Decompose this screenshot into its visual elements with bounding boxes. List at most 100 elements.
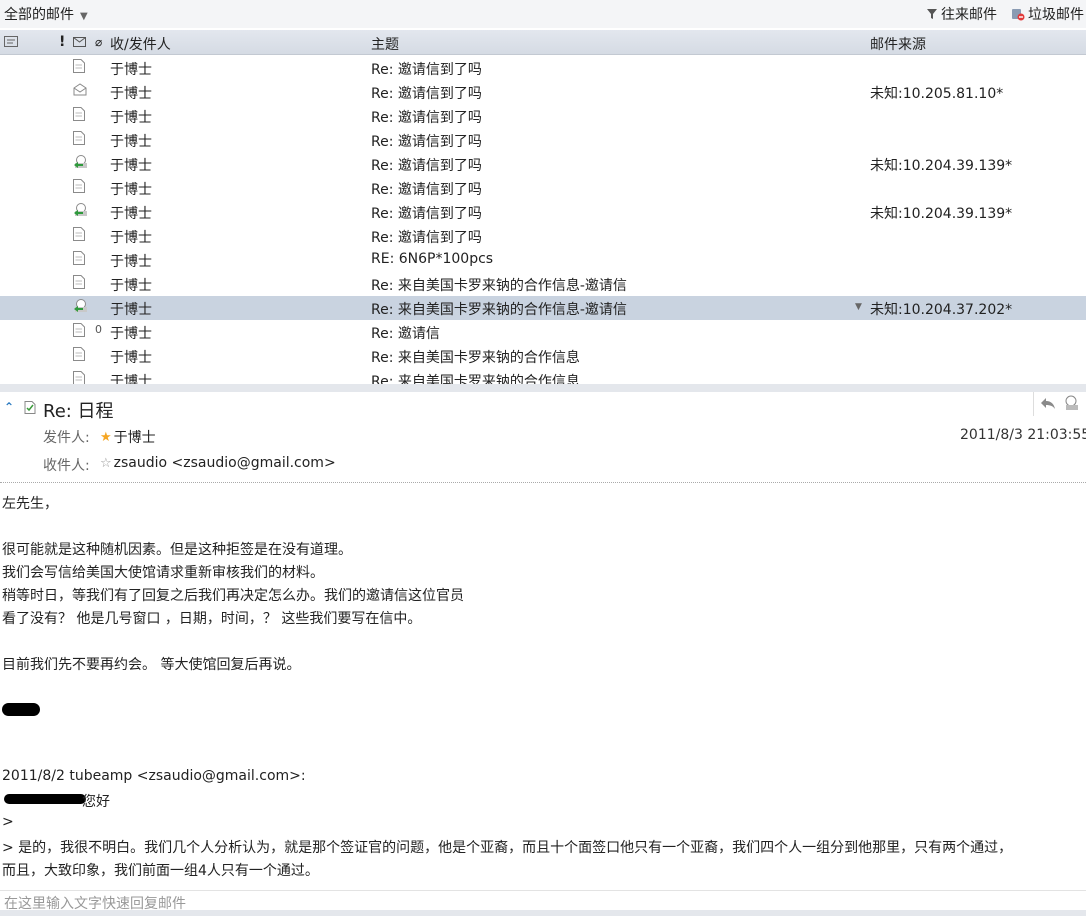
mail-row-sender: 于博士 [110, 62, 152, 78]
mail-row-subject: Re: 邀请信到了吗 [371, 134, 482, 150]
star-filled-icon[interactable]: ★ [100, 430, 112, 445]
mail-row-subject: Re: 来自美国卡罗来钠的合作信息 [371, 350, 580, 366]
message-body: 左先生， 很可能就是这种随机因素。但是这种拒签是在没有道理。 我们会写信给美国大… [2, 490, 1082, 888]
star-empty-icon[interactable]: ☆ [100, 456, 112, 471]
mail-row-sender: 于博士 [110, 86, 152, 102]
replied-icon [73, 299, 87, 315]
mail-row[interactable]: 于博士 Re: 邀请信到了吗 [0, 104, 1086, 128]
doc-icon [73, 251, 87, 267]
message-header: ⌃ Re: 日程 发件人: ★ 于博士 2011/8/3 21:03:55 收件… [0, 392, 1086, 482]
mail-row-sender: 于博士 [110, 230, 152, 246]
mail-list: 于博士 Re: 邀请信到了吗 于博士 Re: 邀请信到了吗 未知:10.205.81.1… [0, 56, 1086, 384]
mail-row-source: 未知:10.204.39.139* [870, 158, 1013, 174]
mail-row-sender: 于博士 [110, 278, 152, 294]
header-divider [0, 482, 1086, 483]
doc-icon [73, 275, 87, 291]
mail-row-sender: 于博士 [110, 134, 152, 150]
doc-icon [73, 131, 87, 147]
message-date: 2011/8/3 21:03:55 [960, 427, 1086, 443]
envelope-column-icon[interactable] [73, 37, 86, 47]
mail-row-source: 未知:10.204.37.202* [870, 302, 1013, 318]
from-label: 发件人: [43, 430, 90, 446]
folder-label: 全部的邮件 [4, 7, 74, 23]
collapse-header-icon[interactable]: ⌃ [4, 400, 14, 414]
mail-row[interactable]: 于博士 Re: 邀请信到了吗 未知:10.204.39.139* [0, 152, 1086, 176]
body-line: 2011/8/2 tubeamp <zsaudio@gmail.com>: [2, 768, 306, 784]
mail-row-subject: Re: 邀请信到了吗 [371, 86, 482, 102]
mail-list-header: ! ⌀ 收/发件人 主题 邮件来源 [0, 30, 1086, 55]
replied-icon [73, 155, 87, 171]
chevron-down-icon[interactable]: ▼ [855, 302, 862, 312]
spam-button[interactable]: 垃圾邮件 [1011, 4, 1084, 24]
to-label: 收件人: [43, 458, 90, 474]
redaction-mark [4, 794, 86, 804]
mail-row[interactable]: 于博士 RE: 6N6P*100pcs [0, 248, 1086, 272]
redaction-mark [2, 703, 40, 716]
mail-row-subject: Re: 邀请信到了吗 [371, 62, 482, 78]
mail-row-source: 未知:10.205.81.10* [870, 86, 1004, 102]
top-toolbar: 全部的邮件 ▼ 往来邮件 垃圾邮件 [0, 0, 1086, 28]
body-line: 看了没有？ 他是几号窗口 ，日期，时间，？ 这些我们要写在信中。 [2, 611, 422, 627]
mail-row-sender: 于博士 [110, 206, 152, 222]
doc-icon [73, 107, 87, 123]
contacts-filter-button[interactable]: 往来邮件 [926, 4, 997, 24]
bottom-strip [0, 910, 1086, 916]
envelope-open-icon [73, 83, 87, 99]
mail-row[interactable]: 于博士 Re: 来自美国卡罗来钠的合作信息-邀请信 [0, 272, 1086, 296]
mail-row[interactable]: 0 于博士 Re: 邀请信 [0, 320, 1086, 344]
doc-icon [73, 347, 87, 363]
mail-row-sender: 于博士 [110, 158, 152, 174]
sender-column-header[interactable]: 收/发件人 [110, 34, 171, 54]
body-line: > [2, 814, 14, 830]
mail-row[interactable]: 于博士 Re: 邀请信到了吗 [0, 128, 1086, 152]
reply-tools [1033, 392, 1086, 416]
mail-row-sender: 于博士 [110, 182, 152, 198]
doc-icon [73, 179, 87, 195]
mail-row-subject: RE: 6N6P*100pcs [371, 251, 494, 267]
mail-row-subject: Re: 邀请信到了吗 [371, 110, 482, 126]
body-line: 很可能就是这种随机因素。但是这种拒签是在没有道理。 [2, 542, 352, 558]
mail-row-subject: Re: 来自美国卡罗来钠的合作信息-邀请信 [371, 278, 627, 294]
mail-row[interactable]: 于博士 Re: 来自美国卡罗来钠的合作信息 [0, 368, 1086, 384]
reply-icon[interactable] [1040, 396, 1056, 410]
mail-row[interactable]: 于博士 Re: 邀请信到了吗 [0, 56, 1086, 80]
mail-row[interactable]: 于博士 Re: 邀请信到了吗 未知:10.205.81.10* [0, 80, 1086, 104]
body-line: 您好 [82, 794, 110, 810]
to-field[interactable]: ☆ zsaudio <zsaudio@gmail.com> [100, 455, 336, 471]
body-line: 我们会写信给美国大使馆请求重新审核我们的材料。 [2, 565, 324, 581]
body-line: > 是的，我很不明白。我们几个人分析认为，就是那个签证官的问题，他是个亚裔，而且… [2, 840, 1013, 856]
subject-column-header[interactable]: 主题 [371, 34, 399, 54]
read-status-icon [24, 401, 36, 414]
from-field[interactable]: ★ 于博士 [100, 427, 156, 447]
priority-column-icon[interactable]: ! [59, 34, 65, 50]
body-line: 左先生， [2, 496, 58, 512]
from-name: 于博士 [113, 430, 156, 446]
pane-splitter[interactable] [0, 384, 1086, 392]
doc-icon [73, 371, 87, 384]
attachment-icon: 0 [95, 323, 102, 336]
mail-row[interactable]: 于博士 Re: 来自美国卡罗来钠的合作信息 [0, 344, 1086, 368]
mail-row-subject: Re: 邀请信到了吗 [371, 158, 482, 174]
mail-row[interactable]: 于博士 Re: 邀请信到了吗 [0, 224, 1086, 248]
toolbar-actions: 往来邮件 垃圾邮件 [926, 4, 1084, 24]
mail-row[interactable]: 于博士 Re: 邀请信到了吗 [0, 176, 1086, 200]
doc-icon [73, 227, 87, 243]
to-address: zsaudio <zsaudio@gmail.com> [113, 455, 336, 471]
spam-label: 垃圾邮件 [1028, 7, 1084, 23]
mail-row-sender: 于博士 [110, 254, 152, 270]
filter-icon [927, 9, 937, 19]
mail-row-subject: Re: 邀请信到了吗 [371, 206, 482, 222]
mail-row-sender: 于博士 [110, 110, 152, 126]
folder-selector[interactable]: 全部的邮件 ▼ [4, 4, 88, 24]
mail-row-source: 未知:10.204.39.139* [870, 206, 1013, 222]
mail-row-sender: 于博士 [110, 350, 152, 366]
mail-row[interactable]: 于博士 Re: 来自美国卡罗来钠的合作信息-邀请信 ▼ 未知:10.204.37.20… [0, 296, 1086, 320]
list-view-icon[interactable] [4, 36, 18, 47]
reply-all-icon[interactable] [1062, 395, 1082, 411]
attachment-column-icon[interactable]: ⌀ [95, 35, 102, 49]
replied-icon [73, 203, 87, 219]
mail-row-subject: Re: 来自美国卡罗来钠的合作信息 [371, 374, 580, 384]
source-column-header[interactable]: 邮件来源 [870, 34, 926, 54]
mail-row[interactable]: 于博士 Re: 邀请信到了吗 未知:10.204.39.139* [0, 200, 1086, 224]
mail-row-subject: Re: 邀请信到了吗 [371, 182, 482, 198]
